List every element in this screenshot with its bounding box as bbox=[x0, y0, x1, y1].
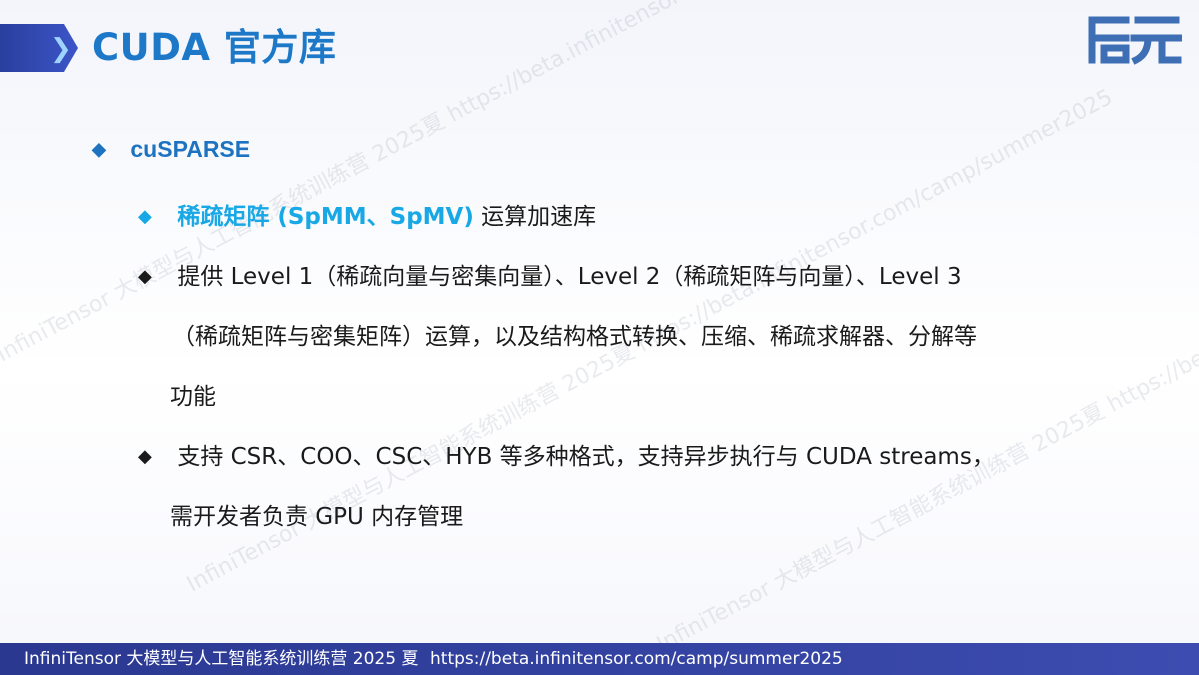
bullet-formats: ◆ 支持 CSR、COO、CSC、HYB 等多种格式，支持异步执行与 CUDA … bbox=[138, 437, 995, 471]
bullet-text-continued: （稀疏矩阵与密集矩阵）运算，以及结构格式转换、压缩、稀疏求解器、分解等 bbox=[172, 324, 977, 350]
bullet-text: 支持 CSR、COO、CSC、HYB 等多种格式，支持异步执行与 CUDA st… bbox=[177, 444, 995, 470]
page-title: CUDA 官方库 bbox=[92, 26, 337, 69]
chevron-right-icon: ❯ bbox=[50, 33, 72, 63]
logo-text: 启元 bbox=[1086, 14, 1088, 15]
brand-logo: 启元 bbox=[1086, 14, 1182, 65]
diamond-bullet-icon: ◆ bbox=[138, 446, 152, 467]
diamond-bullet-icon: ◆ bbox=[92, 139, 106, 159]
bullet-sparse-ops: ◆ 稀疏矩阵 (SpMM、SpMV) 运算加速库 bbox=[138, 197, 596, 231]
bullet-label: cuSPARSE bbox=[130, 136, 251, 162]
bullet-highlight: 稀疏矩阵 (SpMM、SpMV) bbox=[177, 204, 474, 230]
bullet-text-continued: 功能 bbox=[170, 384, 216, 410]
watermark-text: InfiniTensor 大模型与人工智能系统训练营 2025夏 https:/… bbox=[652, 144, 1199, 658]
diamond-bullet-icon: ◆ bbox=[138, 266, 152, 287]
bullet-text: 提供 Level 1（稀疏向量与密集向量）、Level 2（稀疏矩阵与向量）、L… bbox=[177, 264, 962, 290]
footer-left-text: InfiniTensor 大模型与人工智能系统训练营 2025 夏 bbox=[24, 649, 419, 669]
bullet-level-ops: ◆ 提供 Level 1（稀疏向量与密集向量）、Level 2（稀疏矩阵与向量）… bbox=[138, 257, 962, 291]
bullet-text: 运算加速库 bbox=[473, 204, 597, 230]
footer-url: https://beta.infinitensor.com/camp/summe… bbox=[430, 649, 843, 669]
bullet-text-continued: 需开发者负责 GPU 内存管理 bbox=[170, 504, 464, 530]
footer-bar: InfiniTensor 大模型与人工智能系统训练营 2025 夏 https:… bbox=[0, 643, 1199, 675]
diamond-bullet-icon: ◆ bbox=[138, 206, 152, 227]
bullet-cusparse: ◆ cuSPARSE bbox=[92, 136, 250, 163]
